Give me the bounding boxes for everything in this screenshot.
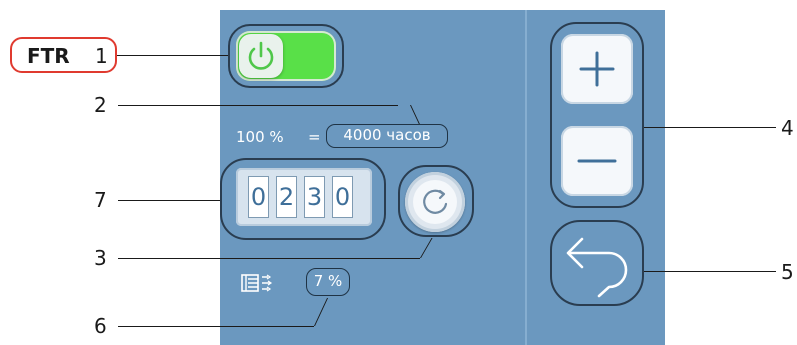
percent-label: 100 % — [236, 128, 284, 146]
power-icon — [248, 41, 274, 70]
back-button[interactable] — [555, 226, 639, 302]
plus-button[interactable] — [561, 34, 633, 104]
filter-icon — [241, 274, 273, 292]
callout-4: 4 — [781, 116, 794, 140]
leader-line-1 — [117, 55, 229, 56]
counter-digit: 0 — [332, 176, 353, 218]
callout-3: 3 — [94, 246, 107, 270]
minus-icon — [577, 159, 617, 163]
minus-button[interactable] — [561, 126, 633, 196]
hours-value: 4000 часов — [326, 124, 448, 148]
back-arrow-icon — [566, 237, 628, 298]
power-toggle-knob[interactable] — [239, 34, 283, 78]
filter-percent-value: 7 % — [306, 268, 350, 296]
panel-divider — [525, 10, 527, 345]
counter-digit: 2 — [276, 176, 297, 218]
callout-7: 7 — [94, 188, 107, 212]
refresh-icon — [423, 189, 448, 214]
counter-digit: 0 — [248, 176, 269, 218]
leader-line-7 — [118, 200, 222, 201]
leader-line-4 — [643, 127, 776, 128]
equals-sign: = — [308, 128, 321, 146]
callout-5: 5 — [781, 260, 794, 284]
leader-line-2 — [118, 105, 398, 106]
ftr-label: FTR — [27, 44, 70, 68]
reset-button-face[interactable] — [413, 180, 457, 224]
callout-2: 2 — [94, 93, 107, 117]
leader-line-5 — [643, 271, 776, 272]
plus-icon — [579, 51, 615, 87]
counter-digit: 3 — [304, 176, 325, 218]
callout-6: 6 — [94, 314, 107, 338]
ftr-number: 1 — [95, 44, 108, 68]
leader-line-3 — [118, 258, 420, 259]
leader-line-6 — [118, 326, 314, 327]
